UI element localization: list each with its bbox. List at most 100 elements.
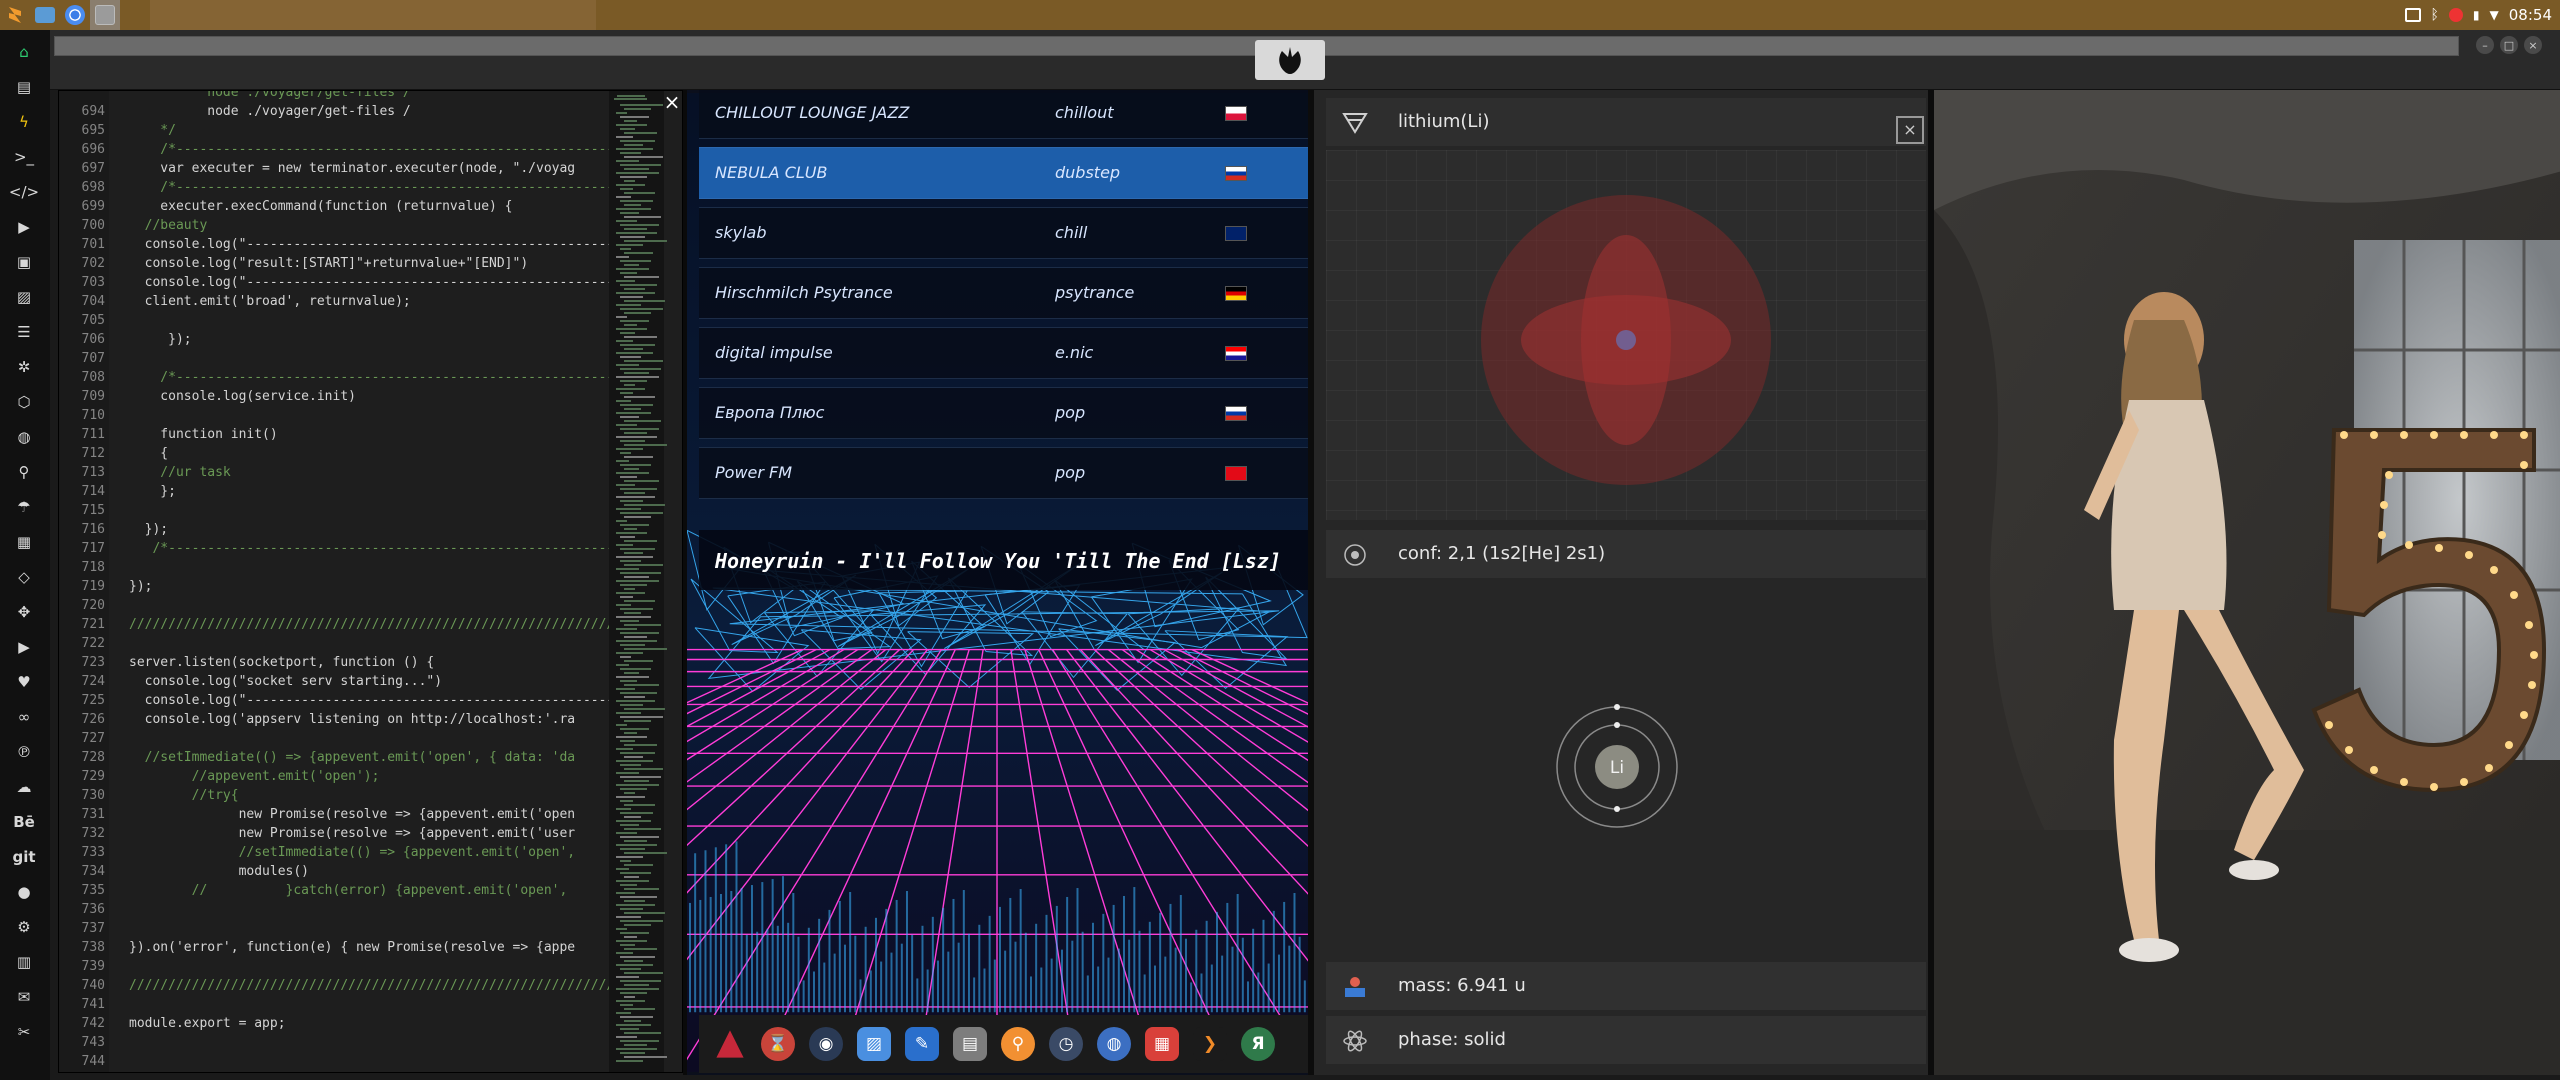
nodes-icon[interactable]: ✲: [12, 355, 36, 379]
search-icon[interactable]: ⚲: [12, 460, 36, 484]
terminal-icon[interactable]: >_: [12, 145, 36, 169]
code-line[interactable]: */: [129, 121, 176, 140]
code-line[interactable]: new Promise(resolve => {appevent.emit('o…: [129, 805, 576, 824]
document-icon[interactable]: ▤: [12, 75, 36, 99]
code-line[interactable]: /*--------------------------------------…: [129, 368, 645, 387]
tools-icon[interactable]: ✂: [12, 1020, 36, 1044]
code-line[interactable]: console.log("---------------------------…: [129, 691, 622, 710]
code-line[interactable]: executer.execCommand(function (returnval…: [129, 197, 512, 216]
hourglass-icon[interactable]: ⌛: [761, 1027, 795, 1061]
chromium-icon[interactable]: [60, 0, 90, 30]
flow-icon[interactable]: ◇: [12, 565, 36, 589]
code-line[interactable]: var executer = new terminator.executer(n…: [129, 159, 575, 178]
code-line[interactable]: }).on('error', function(e) { new Promise…: [129, 938, 575, 957]
code-minimap[interactable]: [609, 91, 667, 1072]
code-line[interactable]: //setImmediate(() => {appevent.emit('ope…: [129, 843, 576, 862]
alert-icon[interactable]: [2448, 8, 2463, 22]
code-line[interactable]: modules(): [129, 862, 309, 881]
code-line[interactable]: node ./voyager/get-files /: [129, 91, 411, 102]
behance-icon[interactable]: Bē: [12, 810, 36, 834]
bolt-icon[interactable]: ϟ: [12, 110, 36, 134]
clock-icon[interactable]: ◷: [1049, 1027, 1083, 1061]
code-line[interactable]: //setImmediate(() => {appevent.emit('ope…: [129, 748, 575, 767]
code-line[interactable]: //beauty: [129, 216, 208, 235]
code-line[interactable]: });: [129, 330, 192, 349]
station-row[interactable]: NEBULA CLUB dubstep: [699, 147, 1308, 199]
image-icon[interactable]: ▨: [12, 285, 36, 309]
code-line[interactable]: /*--------------------------------------…: [129, 178, 645, 197]
code-line[interactable]: console.log("---------------------------…: [129, 273, 622, 292]
home-icon[interactable]: ⌂: [12, 40, 36, 64]
calendar-icon[interactable]: ▦: [1145, 1027, 1179, 1061]
reader-icon[interactable]: ▤: [953, 1027, 987, 1061]
globe-icon[interactable]: ◍: [12, 425, 36, 449]
station-row[interactable]: Hirschmilch Psytrance psytrance: [699, 267, 1308, 319]
code-line[interactable]: /*--------------------------------------…: [129, 140, 645, 159]
arch-icon[interactable]: [716, 1030, 744, 1058]
search-icon[interactable]: ⚲: [1001, 1027, 1035, 1061]
code-line[interactable]: function init(): [129, 425, 277, 444]
play-icon[interactable]: ▶: [12, 215, 36, 239]
git-icon[interactable]: git: [12, 845, 36, 869]
minimize-button[interactable]: –: [2476, 36, 2494, 54]
map-icon[interactable]: ▥: [12, 950, 36, 974]
code-line[interactable]: console.log("result:[START]"+returnvalue…: [129, 254, 529, 273]
expand-icon[interactable]: ✥: [12, 600, 36, 624]
heart-icon[interactable]: ♥: [12, 670, 36, 694]
contacts-icon[interactable]: ▦: [12, 530, 36, 554]
image-viewer-icon[interactable]: ▨: [857, 1027, 891, 1061]
cloud-icon[interactable]: ☁: [12, 775, 36, 799]
code-line[interactable]: new Promise(resolve => {appevent.emit('u…: [129, 824, 576, 843]
umbrella-icon[interactable]: ☂: [12, 495, 36, 519]
sublime-text-icon[interactable]: [0, 0, 30, 30]
code-editor[interactable]: 694 695 696 697 698 699 700 701 702 703 704 705 706 7…: [58, 90, 683, 1073]
code-line[interactable]: //ur task: [129, 463, 230, 482]
pinterest-icon[interactable]: ℗: [12, 740, 36, 764]
github-icon[interactable]: ●: [12, 880, 36, 904]
code-line[interactable]: });: [129, 520, 169, 539]
code-line[interactable]: node ./voyager/get-files /: [129, 102, 411, 121]
code-line[interactable]: {: [129, 444, 168, 463]
files-icon[interactable]: [30, 0, 60, 30]
code-line[interactable]: });: [129, 577, 152, 596]
code-line[interactable]: console.log(service.init): [129, 387, 356, 406]
station-row[interactable]: Power FM pop: [699, 447, 1308, 499]
code-icon[interactable]: </>: [9, 180, 39, 204]
terminal-icon[interactable]: ❯: [1193, 1027, 1227, 1061]
battery-icon[interactable]: ▮: [2473, 8, 2480, 22]
lastfm-icon[interactable]: ∞: [12, 705, 36, 729]
code-line[interactable]: ////////////////////////////////////////…: [129, 976, 614, 995]
close-button[interactable]: ×: [2524, 36, 2542, 54]
terminal-icon[interactable]: [90, 0, 120, 30]
editor-close-button[interactable]: ×: [662, 92, 682, 112]
station-row[interactable]: CHILLOUT LOUNGE JAZZ chillout: [699, 90, 1308, 139]
steam-icon[interactable]: ◉: [809, 1027, 843, 1061]
maximize-button[interactable]: □: [2500, 36, 2518, 54]
wifi-icon[interactable]: ▼: [2490, 8, 2499, 22]
image-editor-icon[interactable]: ✎: [905, 1027, 939, 1061]
steam-icon[interactable]: ⬡: [12, 390, 36, 414]
yandex-icon[interactable]: Я: [1241, 1027, 1275, 1061]
code-line[interactable]: //appevent.emit('open');: [129, 767, 380, 786]
clock[interactable]: 08:54: [2509, 6, 2552, 24]
code-line[interactable]: /*--------------------------------------…: [129, 539, 645, 558]
station-row[interactable]: digital impulse e.nic: [699, 327, 1308, 379]
globe-icon[interactable]: ◍: [1097, 1027, 1131, 1061]
code-line[interactable]: server.listen(socketport, function () {: [129, 653, 434, 672]
station-row[interactable]: Европа Плюс pop: [699, 387, 1308, 439]
youtube-icon[interactable]: ▶: [12, 635, 36, 659]
close-icon[interactable]: ×: [1896, 116, 1924, 144]
code-line[interactable]: console.log("socket serv starting..."): [129, 672, 442, 691]
mail-icon[interactable]: ✉: [12, 985, 36, 1009]
bitbucket-icon[interactable]: ⚙: [12, 915, 36, 939]
code-line[interactable]: client.emit('broad', returnvalue);: [129, 292, 411, 311]
code-line[interactable]: };: [129, 482, 176, 501]
code-line[interactable]: module.export = app;: [129, 1014, 286, 1033]
code-line[interactable]: console.log('appserv listening on http:/…: [129, 710, 575, 729]
code-line[interactable]: // }catch(error) {appevent.emit('open',: [129, 881, 568, 900]
code-line[interactable]: console.log("---------------------------…: [129, 235, 622, 254]
code-line[interactable]: //try{: [129, 786, 239, 805]
reader-icon[interactable]: ☰: [12, 320, 36, 344]
rebel-alliance-logo-tab[interactable]: [1255, 40, 1325, 80]
bluetooth-icon[interactable]: ᛒ: [2431, 7, 2439, 23]
